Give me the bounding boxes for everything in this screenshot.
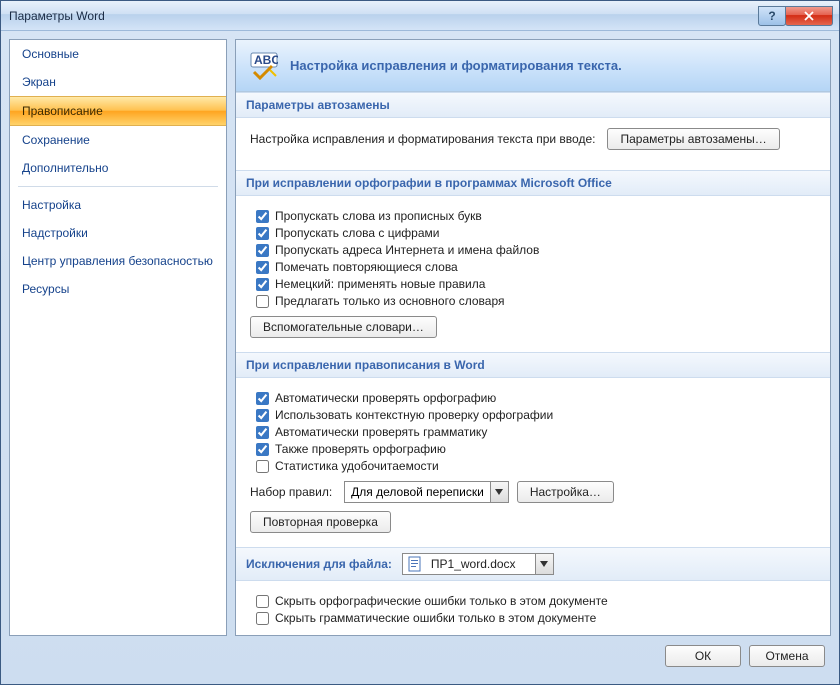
chk-contextual-spelling[interactable]	[256, 409, 269, 422]
content-panel: ABC Настройка исправления и форматирован…	[235, 39, 831, 636]
chk-auto-spelling[interactable]	[256, 392, 269, 405]
chk-flag-repeated-label: Помечать повторяющиеся слова	[275, 260, 458, 274]
sidebar-item-customize[interactable]: Настройка	[10, 191, 226, 219]
ok-button[interactable]: ОК	[665, 645, 741, 667]
sidebar-separator	[18, 186, 218, 187]
sidebar-item-resources[interactable]: Ресурсы	[10, 275, 226, 303]
banner: ABC Настройка исправления и форматирован…	[236, 40, 830, 92]
titlebar: Параметры Word ?	[1, 1, 839, 31]
chevron-down-icon	[535, 554, 553, 574]
exceptions-file-value: ПР1_word.docx	[425, 557, 535, 571]
svg-text:ABC: ABC	[254, 53, 278, 67]
section-exceptions-head: Исключения для файла: ПР1_word.docx	[236, 547, 830, 581]
sidebar-item-proofing[interactable]: Правописание	[10, 96, 226, 126]
custom-dictionaries-button[interactable]: Вспомогательные словари…	[250, 316, 437, 338]
section-office-spelling-head: При исправлении орфографии в программах …	[236, 170, 830, 196]
help-button[interactable]: ?	[758, 6, 786, 26]
chk-also-spelling[interactable]	[256, 443, 269, 456]
options-dialog: Параметры Word ? Основные Экран Правопис…	[0, 0, 840, 685]
sidebar-item-advanced[interactable]: Дополнительно	[10, 154, 226, 182]
banner-text: Настройка исправления и форматирования т…	[290, 58, 622, 73]
dialog-footer: ОК Отмена	[1, 636, 839, 676]
chk-main-dict-only-label: Предлагать только из основного словаря	[275, 294, 504, 308]
chk-hide-grammar-errors-label: Скрыть грамматические ошибки только в эт…	[275, 611, 596, 625]
chevron-down-icon	[490, 482, 508, 502]
chk-auto-spelling-label: Автоматически проверять орфографию	[275, 391, 496, 405]
autocorrect-options-button[interactable]: Параметры автозамены…	[607, 128, 779, 150]
chk-ignore-numbers[interactable]	[256, 227, 269, 240]
exceptions-file-combo[interactable]: ПР1_word.docx	[402, 553, 554, 575]
chk-ignore-urls[interactable]	[256, 244, 269, 257]
cancel-button[interactable]: Отмена	[749, 645, 825, 667]
chk-also-spelling-label: Также проверять орфографию	[275, 442, 446, 456]
sidebar-item-general[interactable]: Основные	[10, 40, 226, 68]
chk-hide-grammar-errors[interactable]	[256, 612, 269, 625]
chk-ignore-urls-label: Пропускать адреса Интернета и имена файл…	[275, 243, 539, 257]
chk-ignore-uppercase[interactable]	[256, 210, 269, 223]
recheck-button[interactable]: Повторная проверка	[250, 511, 391, 533]
chk-readability[interactable]	[256, 460, 269, 473]
autocorrect-label: Настройка исправления и форматирования т…	[250, 132, 595, 146]
chk-hide-spelling-errors-label: Скрыть орфографические ошибки только в э…	[275, 594, 608, 608]
sidebar-item-addins[interactable]: Надстройки	[10, 219, 226, 247]
chk-auto-grammar[interactable]	[256, 426, 269, 439]
chk-german-rules[interactable]	[256, 278, 269, 291]
category-sidebar: Основные Экран Правописание Сохранение Д…	[9, 39, 227, 636]
abc-check-icon: ABC	[250, 52, 278, 80]
chk-german-rules-label: Немецкий: применять новые правила	[275, 277, 485, 291]
exceptions-label: Исключения для файла:	[246, 557, 392, 571]
window-title: Параметры Word	[9, 9, 759, 23]
chk-ignore-numbers-label: Пропускать слова с цифрами	[275, 226, 439, 240]
chk-contextual-spelling-label: Использовать контекстную проверку орфогр…	[275, 408, 553, 422]
writing-style-label: Набор правил:	[250, 485, 332, 499]
chk-main-dict-only[interactable]	[256, 295, 269, 308]
writing-style-combo[interactable]: Для деловой переписки	[344, 481, 509, 503]
sidebar-item-display[interactable]: Экран	[10, 68, 226, 96]
section-autocorrect-head: Параметры автозамены	[236, 92, 830, 118]
chk-flag-repeated[interactable]	[256, 261, 269, 274]
writing-style-value: Для деловой переписки	[345, 485, 490, 499]
document-icon	[407, 556, 423, 572]
sidebar-item-save[interactable]: Сохранение	[10, 126, 226, 154]
chk-readability-label: Статистика удобочитаемости	[275, 459, 439, 473]
chk-auto-grammar-label: Автоматически проверять грамматику	[275, 425, 487, 439]
chk-hide-spelling-errors[interactable]	[256, 595, 269, 608]
sidebar-item-trust[interactable]: Центр управления безопасностью	[10, 247, 226, 275]
chk-ignore-uppercase-label: Пропускать слова из прописных букв	[275, 209, 482, 223]
close-button[interactable]	[785, 6, 833, 26]
section-word-proofing-head: При исправлении правописания в Word	[236, 352, 830, 378]
grammar-settings-button[interactable]: Настройка…	[517, 481, 614, 503]
